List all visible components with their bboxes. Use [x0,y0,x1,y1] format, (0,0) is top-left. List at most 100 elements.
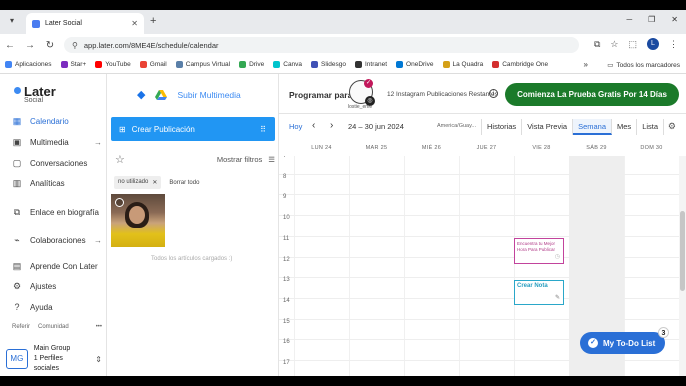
refer-link[interactable]: Referir [12,324,30,330]
scrollbar-thumb[interactable] [680,211,685,291]
start-trial-button[interactable]: Comienza La Prueba Gratis Por 14 Días [505,83,679,106]
sidebar-item-aprende[interactable]: ▤ Aprende Con Later [12,261,102,272]
bookmark-favicon-icon [5,61,12,68]
hour-label: 11 [283,235,290,242]
reload-icon[interactable]: ↻ [40,40,60,51]
bookmark-item[interactable]: Slidesgo [311,61,346,68]
sidebar-item-label: Colaboraciones [30,236,86,245]
upload-media-link[interactable]: Subir Multimedia [177,90,240,100]
more-bookmarks-icon[interactable]: » [584,60,588,69]
sidebar-item-colaboraciones[interactable]: ⌁ Colaboraciones → [12,235,102,246]
dropbox-icon[interactable]: ◆ [137,88,145,101]
calendar-settings-icon[interactable]: ⚙ [668,121,676,132]
browser-actions: ⧉ ☆ ⬚ L ⋮ [594,38,678,50]
bookmark-item[interactable]: Star+ [60,61,87,68]
view-tab-semana[interactable]: Semana [573,119,613,135]
cast-icon[interactable]: ⧉ [594,39,600,50]
sidebar-item-ajustes[interactable]: ⚙ Ajustes [12,281,102,292]
bookmark-item[interactable]: Drive [239,61,264,68]
view-tab-mes[interactable]: Mes [612,119,638,135]
media-icon: ▣ [12,137,22,147]
schedule-for-label: Programar para [289,90,353,100]
group-avatar: MG [6,349,28,369]
community-link[interactable]: Comunidad [38,324,69,330]
bookmark-item[interactable]: La Quadra [442,61,484,68]
restore-icon[interactable]: ❐ [648,15,655,24]
best-time-event[interactable]: Encuentra tu Mejor Hora Para Publicar ◷ [514,238,564,264]
help-icon: ? [14,302,20,312]
all-bookmarks-folder[interactable]: ▭ Todos los marcadores [607,61,680,70]
next-week-icon[interactable]: › [330,120,333,131]
folder-icon: ▭ [607,62,614,69]
hour-label: 14 [283,297,290,304]
remove-chip-icon[interactable]: ✕ [152,179,157,186]
bookmark-star-icon[interactable]: ☆ [610,39,618,50]
later-favicon-icon [32,19,40,28]
sidebar-item-multimedia[interactable]: ▣ Multimedia → [12,137,102,148]
bookmark-item[interactable]: Aplicaciones [5,61,52,68]
view-tab-historias[interactable]: Historias [482,119,523,135]
show-filters-link[interactable]: Mostrar filtros [217,155,262,164]
bookmark-item[interactable]: Canva [273,61,302,68]
sidebar-item-analíticas[interactable]: ▥ Analíticas [12,178,102,189]
sidebar-item-conversaciones[interactable]: ▢ Conversaciones [12,158,102,169]
bookmark-item[interactable]: Gmail [139,61,167,68]
forward-icon[interactable]: → [20,40,40,51]
url-bar[interactable]: ⚲ app.later.com/8ME4E/schedule/calendar [64,37,579,53]
menu-kebab-icon[interactable]: ⋮ [669,39,678,50]
more-icon[interactable]: ••• [96,324,102,330]
arrow-right-icon: → [94,138,102,147]
create-post-button[interactable]: ⊞ Crear Publicación ⠿ [111,117,275,141]
back-icon[interactable]: ← [0,40,20,51]
clear-all-link[interactable]: Borrar todo [169,180,199,186]
bookmark-label: Star+ [70,61,87,68]
info-icon[interactable]: i [489,89,498,98]
bookmark-item[interactable]: YouTube [95,61,131,68]
profile-avatar[interactable]: L [647,38,659,50]
bookmark-item[interactable]: Campus Virtual [175,61,230,68]
bookmark-label: Drive [249,61,265,68]
today-button[interactable]: Hoy [289,122,302,131]
drag-grip-icon[interactable]: ⠿ [260,125,267,134]
sidebar-item-enlace[interactable]: ⧉ Enlace en biografía [12,207,102,218]
filter-chip[interactable]: no utilizado ✕ [114,176,162,189]
view-tab-vista-previa[interactable]: Vista Previa [522,119,574,135]
bookmark-favicon-icon [95,61,103,68]
bookmark-item[interactable]: Cambridge One [492,61,548,68]
hour-label: 9 [283,194,287,201]
prev-week-icon[interactable]: ‹ [312,120,315,131]
group-switcher[interactable]: MG Main Group 1 Perfiles sociales ⇕ [6,344,102,374]
browser-tab[interactable]: Later Social ✕ [26,13,144,34]
todo-list-button[interactable]: ✓ My To-Do List 3 [580,327,669,354]
create-note-event[interactable]: Crear Nota ✎ [514,280,564,305]
media-thumbnail[interactable] [111,194,165,247]
new-tab-icon[interactable]: + [150,15,156,27]
day-header: MAR 25 [365,145,388,151]
minimize-icon[interactable]: ─ [626,15,632,24]
sidebar-item-ayuda[interactable]: ? Ayuda [12,302,102,312]
sidebar-item-label: Multimedia [30,138,69,147]
hour-label: 15 [283,318,290,325]
bookmark-item[interactable]: OneDrive [396,61,434,68]
thumbnail-face [129,206,145,224]
select-checkbox-icon[interactable] [115,198,124,207]
profile-selector[interactable]: ✓ ◎ [349,79,375,106]
tab-list-icon[interactable]: ▾ [6,16,18,28]
bookmark-favicon-icon [139,61,147,68]
timezone-select[interactable]: America/Guay... [437,123,476,129]
close-window-icon[interactable]: ✕ [671,15,678,24]
bookmark-item[interactable]: Intranet [354,61,387,68]
view-tab-lista[interactable]: Lista [637,119,665,135]
favorite-star-icon[interactable]: ☆ [115,153,125,166]
google-drive-icon[interactable] [155,89,168,100]
group-name: Main Group [33,345,71,352]
sidebar-item-calendario[interactable]: ▦ Calendario [12,116,102,127]
site-info-icon[interactable]: ⚲ [72,41,78,50]
close-tab-icon[interactable]: ✕ [131,19,138,28]
bookmark-label: Slidesgo [321,61,346,68]
calendar-scrollbar[interactable] [679,156,686,376]
bookmark-label: La Quadra [452,61,484,68]
filter-sliders-icon[interactable]: ☰ [268,155,275,164]
pencil-icon: ✎ [554,295,560,301]
extensions-icon[interactable]: ⬚ [628,39,637,50]
